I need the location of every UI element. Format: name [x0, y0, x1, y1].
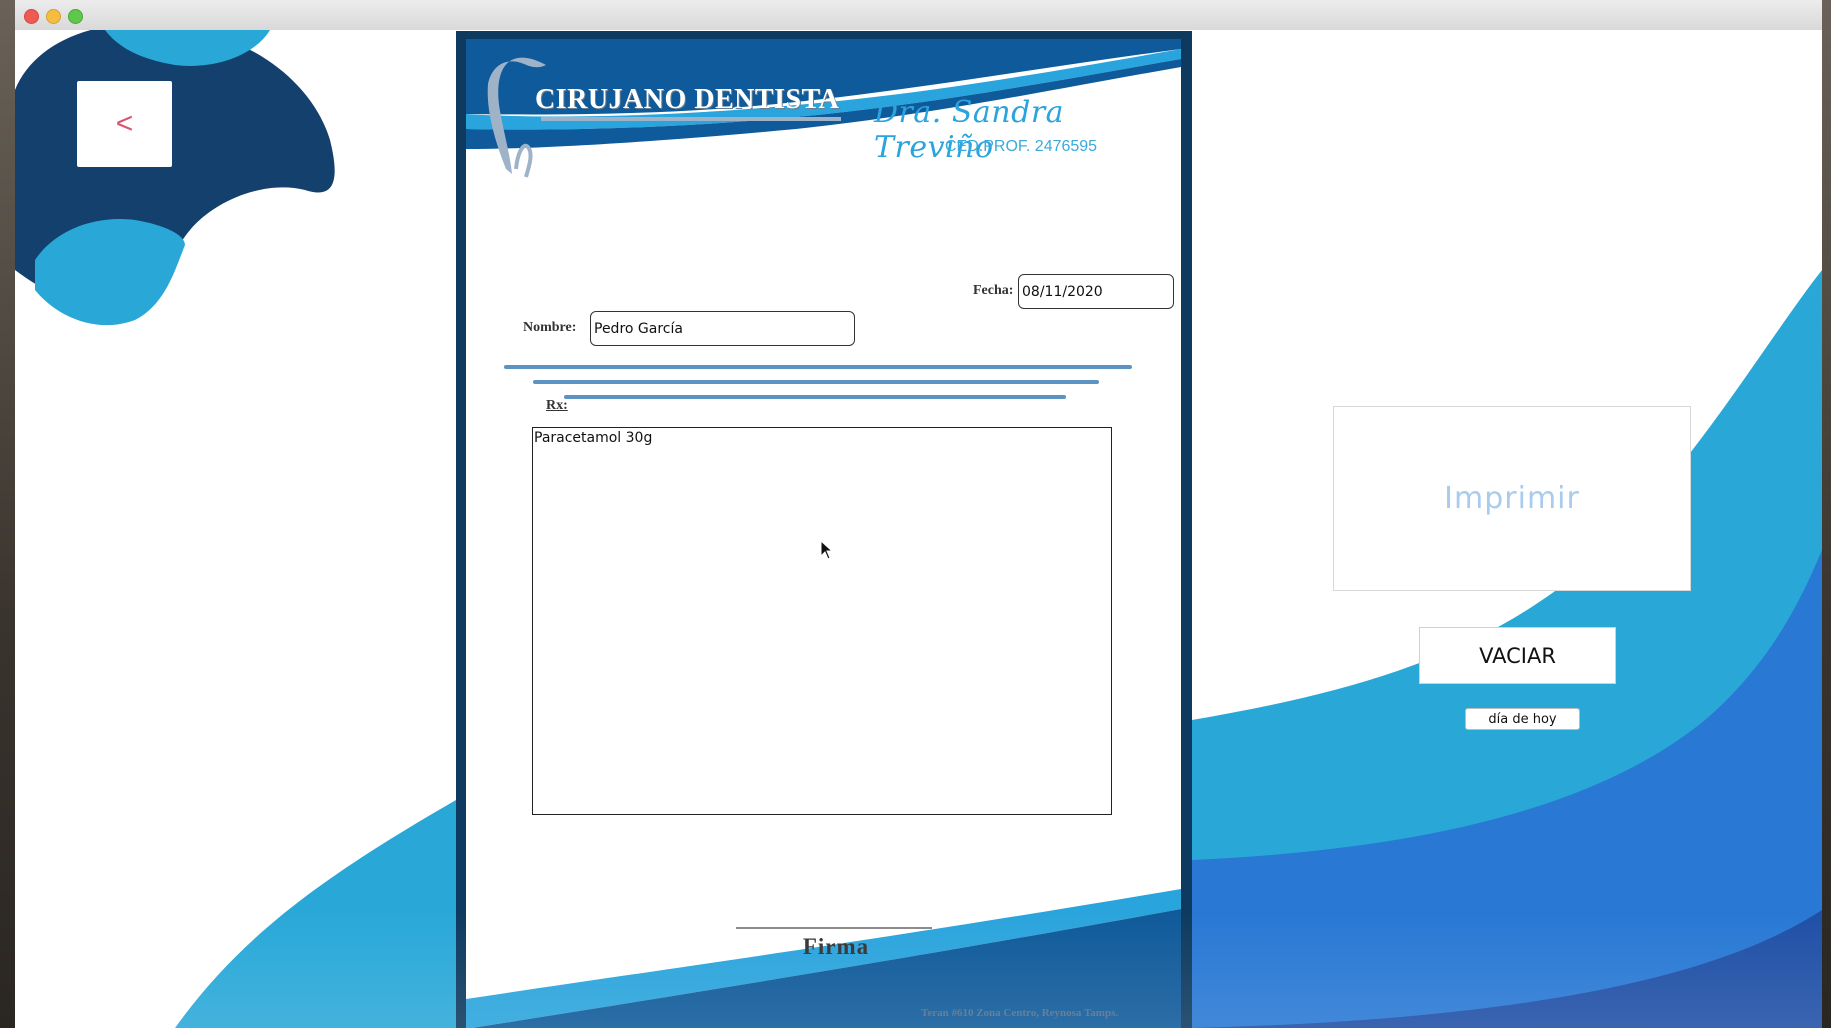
fecha-label: Fecha:	[973, 283, 1014, 298]
desktop-background-right	[1822, 0, 1831, 1028]
nombre-label: Nombre:	[523, 320, 577, 335]
clear-button[interactable]: VACIAR	[1419, 627, 1616, 684]
close-window-button[interactable]	[24, 9, 39, 24]
fecha-input[interactable]	[1018, 274, 1174, 309]
divider-line-3	[564, 395, 1066, 399]
minimize-window-button[interactable]	[46, 9, 61, 24]
wave-left	[175, 800, 456, 1028]
maximize-window-button[interactable]	[68, 9, 83, 24]
signature-line	[736, 927, 932, 929]
prescription-sheet: CIRUJANO DENTISTA Dra. Sandra Treviño CE…	[456, 31, 1192, 1028]
professional-license: CED.PROF. 2476595	[945, 138, 1098, 155]
mouse-pointer-icon	[820, 540, 834, 560]
app-window: < CIRUJANO DENTISTA Dra. Sandra Treviño …	[15, 0, 1822, 1028]
nombre-input[interactable]	[590, 311, 855, 346]
tooth-logo-root	[514, 143, 533, 178]
rx-label: Rx:	[546, 398, 568, 413]
brand-title: CIRUJANO DENTISTA	[535, 84, 840, 115]
divider-line-1	[504, 365, 1132, 369]
today-date-button[interactable]: día de hoy	[1465, 708, 1580, 730]
desktop-background-left	[0, 0, 15, 1028]
back-button[interactable]: <	[77, 81, 172, 167]
window-titlebar	[15, 0, 1822, 31]
brand-underline	[541, 117, 841, 121]
clinic-address: Teran #610 Zona Centro, Reynosa Tamps.	[921, 1007, 1119, 1019]
prescription-paper: CIRUJANO DENTISTA Dra. Sandra Treviño CE…	[466, 39, 1181, 1028]
rx-textarea[interactable]: Paracetamol 30g	[532, 427, 1112, 815]
print-button[interactable]: Imprimir	[1333, 406, 1691, 591]
signature-label: Firma	[802, 934, 870, 959]
app-content: < CIRUJANO DENTISTA Dra. Sandra Treviño …	[15, 30, 1822, 1028]
divider-line-2	[533, 380, 1099, 384]
